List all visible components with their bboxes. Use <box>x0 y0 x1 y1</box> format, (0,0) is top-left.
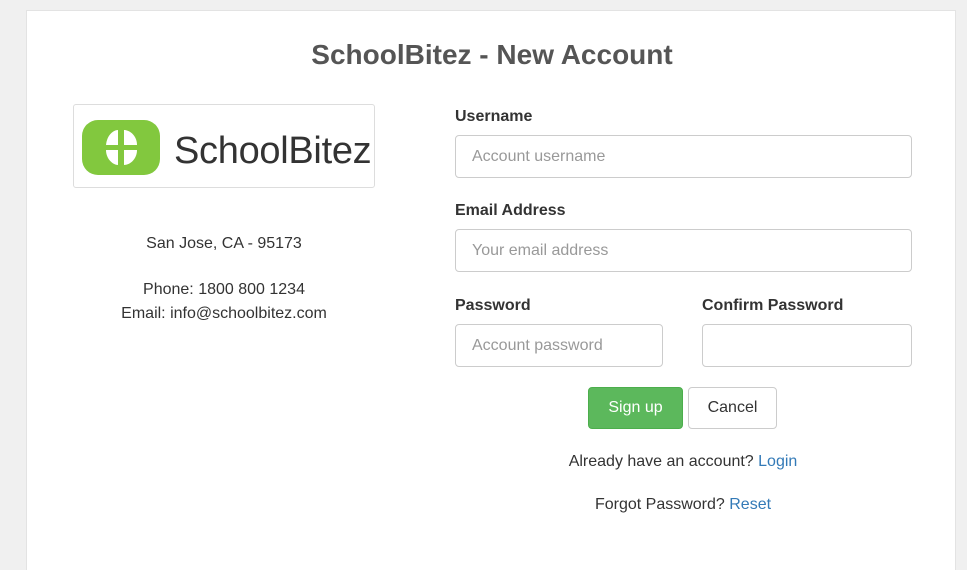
phone-text: Phone: 1800 800 1234 <box>143 281 305 298</box>
login-link[interactable]: Login <box>758 453 797 470</box>
email-text: Email: info@schoolbitez.com <box>121 305 327 322</box>
signup-panel: SchoolBitez - New Account SchoolBitez Sa… <box>26 10 956 570</box>
username-label: Username <box>455 108 533 125</box>
login-prompt: Already have an account? Login <box>455 453 911 471</box>
reset-link[interactable]: Reset <box>729 496 771 513</box>
page-title: SchoolBitez - New Account <box>311 39 673 70</box>
forgot-password-prompt: Forgot Password? Reset <box>455 496 911 514</box>
password-label: Password <box>455 297 531 314</box>
forgot-password-text: Forgot Password? <box>594 496 730 513</box>
username-input[interactable] <box>455 135 912 178</box>
address-text: San Jose, CA - 95173 <box>146 235 302 252</box>
signup-button[interactable]: Sign up <box>588 387 683 429</box>
login-prompt-text: Already have an account? <box>568 453 759 470</box>
brand-logo: SchoolBitez <box>73 104 375 188</box>
schoolbitez-logo-icon <box>82 120 160 175</box>
email-label: Email Address <box>455 202 566 219</box>
confirm-password-label: Confirm Password <box>702 297 844 314</box>
logo-wordmark: SchoolBitez <box>174 130 372 172</box>
password-input[interactable] <box>455 324 663 367</box>
cancel-button[interactable]: Cancel <box>688 387 777 429</box>
email-input[interactable] <box>455 229 912 272</box>
confirm-password-input[interactable] <box>702 324 912 367</box>
